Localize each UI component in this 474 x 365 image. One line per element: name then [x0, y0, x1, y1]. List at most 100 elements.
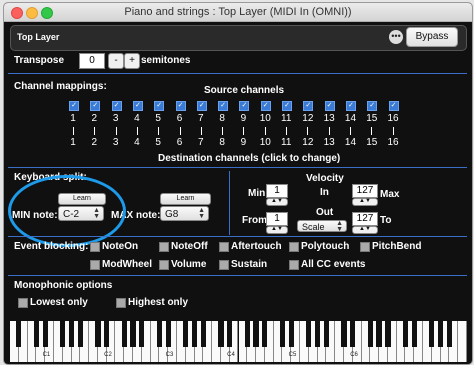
transpose-field[interactable]: 0	[79, 53, 105, 69]
velocity-max-field[interactable]: 127	[352, 184, 378, 198]
black-key[interactable]	[77, 321, 83, 347]
noteoff-checkbox[interactable]	[159, 242, 169, 252]
black-key[interactable]	[33, 321, 39, 347]
black-key[interactable]	[402, 321, 409, 347]
black-key[interactable]	[429, 321, 435, 347]
black-key[interactable]	[323, 321, 329, 347]
black-key[interactable]	[385, 321, 391, 347]
piano-keyboard[interactable]: C1 C2 C3 C4 C5 C6	[10, 321, 467, 362]
destination-channel-1-button[interactable]: 1	[68, 137, 78, 148]
source-channel-3-checkbox[interactable]: ✓	[111, 101, 122, 111]
source-channel-12-checkbox[interactable]: ✓	[303, 101, 314, 111]
destination-channel-16-button[interactable]: 16	[388, 137, 399, 148]
pitchbend-checkbox[interactable]	[360, 242, 370, 252]
black-key[interactable]	[191, 321, 198, 347]
black-key[interactable]	[42, 321, 48, 347]
source-channel-8-checkbox[interactable]: ✓	[218, 101, 229, 111]
source-channels-label: Source channels	[204, 85, 285, 96]
black-key[interactable]	[350, 321, 356, 347]
source-channel-15-checkbox[interactable]: ✓	[367, 101, 378, 111]
destination-channel-4-button[interactable]: 4	[132, 137, 142, 148]
black-key[interactable]	[156, 321, 163, 347]
black-key[interactable]	[376, 321, 382, 347]
destination-channel-8-button[interactable]: 8	[217, 137, 227, 148]
black-key[interactable]	[244, 321, 250, 347]
black-key[interactable]	[279, 321, 286, 347]
noteon-checkbox[interactable]	[90, 242, 100, 252]
source-channel-7-checkbox[interactable]: ✓	[196, 101, 207, 111]
black-key[interactable]	[60, 321, 66, 347]
source-channel-10-checkbox[interactable]: ✓	[260, 101, 271, 111]
source-channel-2-checkbox[interactable]: ✓	[90, 101, 101, 111]
velocity-max-stepper[interactable]: ▲▼	[352, 198, 378, 206]
velocity-mode-select[interactable]: Scale ▲ ▼	[297, 220, 347, 233]
black-key[interactable]	[218, 321, 224, 347]
black-key[interactable]	[262, 321, 268, 347]
black-key[interactable]	[288, 321, 294, 347]
velocity-to-stepper[interactable]: ▲▼	[352, 226, 378, 234]
transpose-plus-button[interactable]: +	[124, 53, 140, 69]
velocity-min-stepper[interactable]: ▲▼	[266, 198, 288, 206]
destination-channel-13-button[interactable]: 13	[324, 137, 335, 148]
black-key[interactable]	[121, 321, 127, 347]
destination-channel-11-button[interactable]: 11	[281, 137, 291, 148]
source-channel-5-checkbox[interactable]: ✓	[154, 101, 165, 111]
destination-channel-5-button[interactable]: 5	[153, 137, 163, 148]
black-key[interactable]	[227, 321, 233, 347]
source-channel-number: 11	[281, 113, 292, 124]
velocity-min-field[interactable]: 1	[266, 184, 288, 198]
sustain-checkbox[interactable]	[219, 260, 229, 270]
black-key[interactable]	[104, 321, 110, 347]
black-key[interactable]	[314, 321, 321, 347]
black-key[interactable]	[306, 321, 312, 347]
black-key[interactable]	[183, 321, 189, 347]
black-key[interactable]	[200, 321, 206, 347]
black-key[interactable]	[165, 321, 171, 347]
destination-channel-12-button[interactable]: 12	[302, 137, 313, 148]
black-key[interactable]	[68, 321, 75, 347]
highest-only-checkbox[interactable]	[116, 298, 126, 308]
velocity-from-field[interactable]: 1	[266, 212, 288, 226]
bypass-button[interactable]: Bypass	[406, 27, 458, 47]
black-key[interactable]	[95, 321, 101, 347]
aftertouch-checkbox[interactable]	[219, 242, 229, 252]
all-cc-events-checkbox[interactable]	[289, 260, 299, 270]
destination-channel-2-button[interactable]: 2	[89, 137, 99, 148]
source-channel-13-checkbox[interactable]: ✓	[324, 101, 335, 111]
black-key[interactable]	[446, 321, 453, 347]
destination-channel-3-button[interactable]: 3	[111, 137, 121, 148]
max-note-select[interactable]: G8 ▲ ▼	[160, 206, 209, 221]
transpose-minus-button[interactable]: -	[108, 53, 124, 69]
source-channel-14-checkbox[interactable]: ✓	[345, 101, 356, 111]
destination-channel-15-button[interactable]: 15	[366, 137, 377, 148]
black-key[interactable]	[341, 321, 347, 347]
black-key[interactable]	[411, 321, 417, 347]
velocity-from-stepper[interactable]: ▲▼	[266, 226, 288, 234]
source-channel-6-checkbox[interactable]: ✓	[175, 101, 186, 111]
velocity-to-field[interactable]: 127	[352, 212, 378, 226]
destination-channel-6-button[interactable]: 6	[175, 137, 185, 148]
more-options-button[interactable]: •••	[389, 30, 403, 44]
black-key[interactable]	[16, 321, 22, 347]
source-channel-4-checkbox[interactable]: ✓	[132, 101, 143, 111]
destination-channel-14-button[interactable]: 14	[345, 137, 356, 148]
white-key[interactable]	[458, 321, 467, 362]
lowest-only-checkbox[interactable]	[18, 298, 28, 308]
source-channel-9-checkbox[interactable]: ✓	[239, 101, 250, 111]
black-key[interactable]	[130, 321, 136, 347]
source-channel-11-checkbox[interactable]: ✓	[282, 101, 292, 111]
channel-mapping-line	[94, 127, 96, 135]
destination-channel-9-button[interactable]: 9	[238, 137, 248, 148]
polytouch-checkbox[interactable]	[289, 242, 299, 252]
source-channel-16-checkbox[interactable]: ✓	[388, 101, 399, 111]
source-channel-1-checkbox[interactable]: ✓	[69, 101, 79, 111]
black-key[interactable]	[437, 321, 444, 347]
black-key[interactable]	[367, 321, 373, 347]
volume-checkbox[interactable]	[159, 260, 169, 270]
black-key[interactable]	[253, 321, 259, 347]
destination-channel-10-button[interactable]: 10	[260, 137, 271, 148]
modwheel-checkbox[interactable]	[90, 260, 100, 270]
destination-channel-7-button[interactable]: 7	[196, 137, 206, 148]
learn-max-button[interactable]: Learn	[160, 193, 211, 205]
black-key[interactable]	[139, 321, 145, 347]
